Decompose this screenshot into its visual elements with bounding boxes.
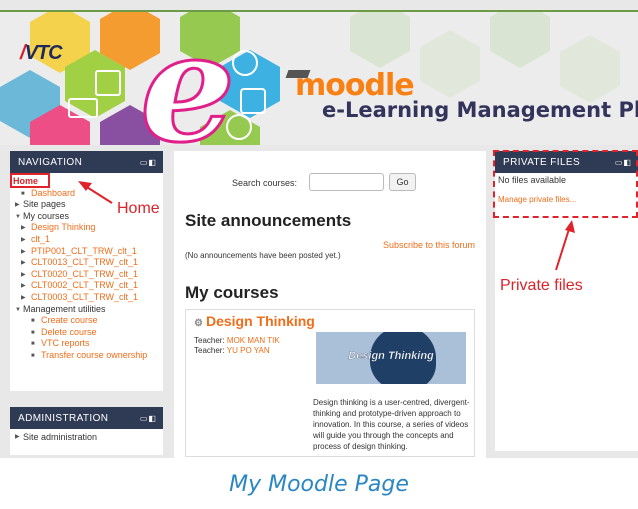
administration-block: ADMINISTRATION ▭◧ ▶ Site administration <box>10 407 163 455</box>
teacher-line: Teacher: MOK MAN TIK <box>194 336 280 345</box>
books-icon <box>240 88 266 114</box>
teacher-link[interactable]: YU PO YAN <box>227 346 270 355</box>
administration-header: ADMINISTRATION ▭◧ <box>10 407 163 429</box>
nav-item-delete-course[interactable]: ■ Delete course <box>13 327 163 339</box>
course-description: Design thinking is a user-centred, diver… <box>313 398 470 451</box>
block-controls-icon[interactable]: ▭◧ <box>140 158 157 167</box>
bullet-icon: ■ <box>31 352 35 359</box>
e-logo: e <box>138 10 236 146</box>
platform-title: e-Learning Management Platform <box>322 98 638 122</box>
expand-arrow-icon: ▶ <box>15 434 20 440</box>
navigation-title: NAVIGATION <box>18 157 83 168</box>
home-highlight-box <box>10 173 50 188</box>
nav-item-dashboard[interactable]: ■ Dashboard <box>13 188 163 200</box>
nav-item-course[interactable]: ▶ PTIP001_CLT_TRW_clt_1 <box>13 246 163 258</box>
go-button[interactable]: Go <box>389 173 416 191</box>
caption: My Moodle Page <box>229 472 409 497</box>
block-controls-icon[interactable]: ▭◧ <box>140 414 157 423</box>
laptop-icon <box>68 98 98 118</box>
nav-item-site-administration[interactable]: ▶ Site administration <box>13 432 97 442</box>
course-name-link[interactable]: ⚙ Design Thinking <box>194 313 315 329</box>
teacher-line: Teacher: YU PO YAN <box>194 346 270 355</box>
subscribe-link[interactable]: Subscribe to this forum <box>383 240 475 250</box>
course-icon: ⚙ <box>194 318 203 329</box>
search-input[interactable] <box>309 173 384 191</box>
private-files-annotation: Private files <box>500 277 583 294</box>
course-image[interactable]: Design Thinking <box>316 332 466 384</box>
my-courses-heading: My courses <box>185 283 279 302</box>
teacher-link[interactable]: MOK MAN TIK <box>227 336 280 345</box>
course-card: ⚙ Design Thinking Teacher: MOK MAN TIK Te… <box>185 309 475 457</box>
nav-item-course[interactable]: ▶ CLT0013_CLT_TRW_clt_1 <box>13 257 163 269</box>
screenshot: e /VTC moodle e-Learning Management Plat… <box>0 0 638 458</box>
nav-item-course[interactable]: ▶ CLT0003_CLT_TRW_clt_1 <box>13 292 163 304</box>
course-image-label: Design Thinking <box>348 350 434 362</box>
site-announcements-heading: Site announcements <box>185 211 352 230</box>
lightbulb-icon <box>232 50 258 76</box>
no-announcements-text: (No announcements have been posted yet.) <box>185 251 341 260</box>
nav-item-transfer-course[interactable]: ■ Transfer course ownership <box>13 350 163 362</box>
top-accent-line <box>0 10 638 12</box>
home-annotation: Home <box>117 200 160 217</box>
nav-item-course[interactable]: ▶ CLT0002_CLT_TRW_clt_1 <box>13 280 163 292</box>
vtc-logo: /VTC <box>20 42 63 64</box>
envelope-icon <box>95 70 121 96</box>
main-content: Search courses: Go Site announcements Su… <box>174 151 486 458</box>
nav-item-course[interactable]: ▶ clt_1 <box>13 234 163 246</box>
nav-item-create-course[interactable]: ■ Create course <box>13 315 163 327</box>
nav-item-vtc-reports[interactable]: ■ VTC reports <box>13 338 163 350</box>
private-files-highlight-box <box>493 150 638 218</box>
nav-item-course[interactable]: ▶ CLT0020_CLT_TRW_clt_1 <box>13 269 163 281</box>
nav-item-course[interactable]: ▶ Design Thinking <box>13 222 163 234</box>
navigation-header: NAVIGATION ▭◧ <box>10 151 163 173</box>
administration-title: ADMINISTRATION <box>18 413 109 424</box>
nav-item-management-utilities[interactable]: ▼ Management utilities <box>13 304 163 316</box>
header-banner: e /VTC moodle e-Learning Management Plat… <box>0 10 638 145</box>
search-label: Search courses: <box>232 178 298 188</box>
